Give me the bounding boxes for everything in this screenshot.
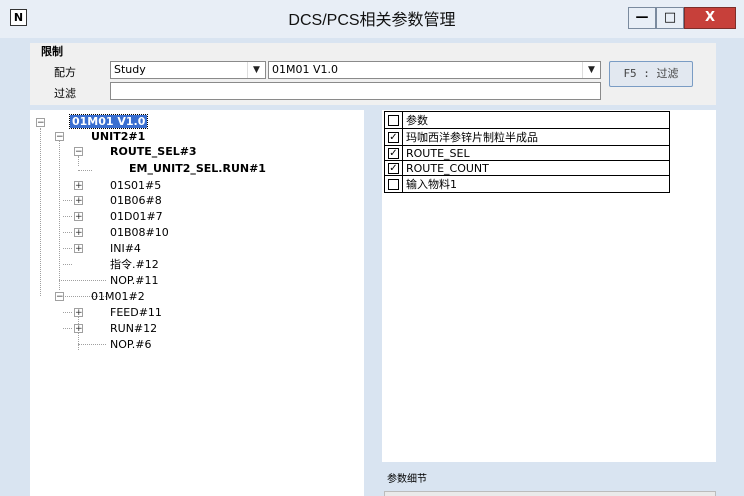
recipe-label: 配方 <box>54 66 76 79</box>
tree-node-01b08[interactable]: 01B08#10 <box>110 226 169 239</box>
table-row[interactable]: ✓ 玛咖西洋参锌片制粒半成品 <box>384 128 670 146</box>
recipe-select-value: Study <box>114 63 146 76</box>
parameter-name: 玛咖西洋参锌片制粒半成品 <box>402 128 670 146</box>
tree-node-nop-6[interactable]: NOP.#6 <box>110 338 152 351</box>
chevron-down-icon[interactable]: ▼ <box>582 62 600 78</box>
table-row[interactable]: ✓ ROUTE_COUNT <box>384 160 670 176</box>
minimize-button[interactable]: — <box>628 7 656 29</box>
version-select-value: 01M01 V1.0 <box>272 63 338 76</box>
tree-node-em-run[interactable]: EM_UNIT2_SEL.RUN#1 <box>129 162 266 175</box>
check-icon[interactable]: ✓ <box>388 148 399 159</box>
tree-node-01s01[interactable]: 01S01#5 <box>110 179 161 192</box>
tree-node-01b06[interactable]: 01B06#8 <box>110 194 162 207</box>
plus-icon[interactable]: + <box>74 181 83 191</box>
tree-node-root[interactable]: 01M01 V1.0 <box>68 114 149 129</box>
parameter-header-row: 参数 <box>384 111 670 129</box>
recipe-tree[interactable]: − 01M01 V1.0 − UNIT2#1 − ROUTE_SEL#3 EM_… <box>30 110 364 496</box>
close-button[interactable]: X <box>684 7 736 29</box>
tree-node-feed[interactable]: FEED#11 <box>110 306 162 319</box>
parameter-table: 参数 ✓ 玛咖西洋参锌片制粒半成品 ✓ ROUTE_SEL ✓ ROUTE_CO… <box>384 111 670 193</box>
plus-icon[interactable]: + <box>74 212 83 222</box>
parameter-name: 输入物料1 <box>402 175 670 193</box>
check-icon[interactable]: ✓ <box>388 132 399 143</box>
filter-group-label: 限制 <box>41 45 63 58</box>
minus-icon[interactable]: − <box>55 292 64 302</box>
plus-icon[interactable]: + <box>74 244 83 254</box>
parameter-name: ROUTE_SEL <box>402 145 670 161</box>
plus-icon[interactable]: + <box>74 228 83 238</box>
tree-node-run[interactable]: RUN#12 <box>110 322 157 335</box>
tree-node-command[interactable]: 指令.#12 <box>110 258 159 271</box>
minus-icon[interactable]: − <box>36 118 45 128</box>
parameter-detail-box[interactable] <box>384 491 716 496</box>
tree-node-nop-11[interactable]: NOP.#11 <box>110 274 159 287</box>
plus-icon[interactable]: + <box>74 308 83 318</box>
filter-button[interactable]: F5 : 过滤 <box>609 61 693 87</box>
minus-icon[interactable]: − <box>74 147 83 157</box>
table-row[interactable]: ✓ ROUTE_SEL <box>384 145 670 161</box>
parameter-name: ROUTE_COUNT <box>402 160 670 176</box>
app-window: N DCS/PCS相关参数管理 — □ X 限制 配方 Study ▼ 01M0… <box>0 0 744 496</box>
check-icon[interactable]: ✓ <box>388 163 399 174</box>
chevron-down-icon[interactable]: ▼ <box>247 62 265 78</box>
recipe-select[interactable]: Study ▼ <box>110 61 266 79</box>
parameter-detail-label: 参数细节 <box>387 474 427 485</box>
filter-input[interactable] <box>110 82 601 100</box>
tree-node-ini[interactable]: INI#4 <box>110 242 141 255</box>
version-select[interactable]: 01M01 V1.0 ▼ <box>268 61 601 79</box>
select-all-checkbox[interactable] <box>388 115 399 126</box>
table-row[interactable]: 输入物料1 <box>384 175 670 193</box>
filter-label: 过滤 <box>54 87 76 100</box>
title-bar[interactable]: N DCS/PCS相关参数管理 — □ X <box>0 0 744 38</box>
tree-node-01d01[interactable]: 01D01#7 <box>110 210 163 223</box>
tree-node-route-sel[interactable]: ROUTE_SEL#3 <box>110 145 197 158</box>
maximize-button[interactable]: □ <box>656 7 684 29</box>
tree-node-01m01[interactable]: 01M01#2 <box>91 290 145 303</box>
plus-icon[interactable]: + <box>74 196 83 206</box>
minus-icon[interactable]: − <box>55 132 64 142</box>
parameter-header-label: 参数 <box>402 111 670 129</box>
plus-icon[interactable]: + <box>74 324 83 334</box>
checkbox[interactable] <box>388 179 399 190</box>
tree-node-unit[interactable]: UNIT2#1 <box>91 130 145 143</box>
